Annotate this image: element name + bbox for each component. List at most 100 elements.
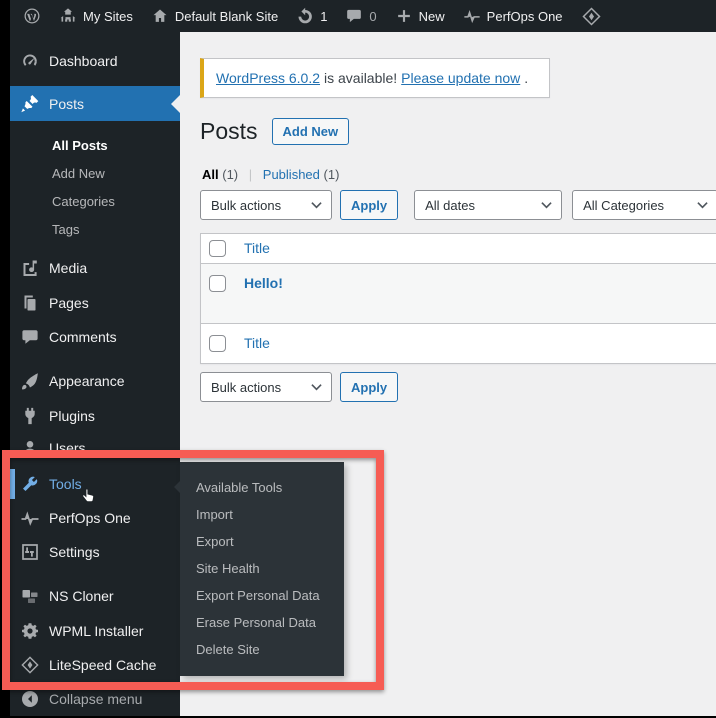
admin-sidebar: Dashboard Posts All Posts Add New Catego… bbox=[10, 32, 180, 716]
chevron-down-icon bbox=[311, 201, 322, 209]
select-all-checkbox-footer[interactable] bbox=[209, 335, 226, 352]
sidebar-item-label: Settings bbox=[49, 544, 100, 560]
sidebar-item-media[interactable]: Media bbox=[10, 251, 180, 285]
home-icon bbox=[151, 7, 169, 25]
flyout-import[interactable]: Import bbox=[180, 501, 344, 528]
user-icon bbox=[20, 438, 40, 458]
new-label: New bbox=[419, 9, 445, 24]
sidebar-item-litespeed-cache[interactable]: LiteSpeed Cache bbox=[10, 648, 180, 682]
collapse-arrow-icon bbox=[20, 689, 40, 709]
collapse-menu-button[interactable]: Collapse menu bbox=[10, 682, 180, 716]
wordpress-admin-screen: My Sites Default Blank Site 1 0 New bbox=[0, 0, 716, 718]
apply-button[interactable]: Apply bbox=[340, 190, 398, 220]
gear-icon bbox=[20, 621, 40, 641]
update-now-link[interactable]: Please update now bbox=[401, 70, 520, 86]
sidebar-item-tools[interactable]: Tools bbox=[10, 467, 180, 501]
sidebar-item-perfops-one[interactable]: PerfOps One bbox=[10, 501, 180, 535]
bulk-actions-select[interactable]: Bulk actions bbox=[200, 190, 332, 220]
sidebar-item-label: PerfOps One bbox=[49, 510, 131, 526]
pulse-icon bbox=[20, 508, 40, 528]
sidebar-item-wpml-installer[interactable]: WPML Installer bbox=[10, 614, 180, 648]
submenu-add-new[interactable]: Add New bbox=[10, 160, 180, 186]
flyout-export[interactable]: Export bbox=[180, 528, 344, 555]
chevron-down-icon bbox=[541, 201, 552, 209]
diamond-icon bbox=[20, 655, 40, 675]
submenu-all-posts[interactable]: All Posts bbox=[10, 132, 180, 158]
comment-count: 0 bbox=[369, 9, 376, 24]
dashboard-gauge-icon bbox=[20, 51, 40, 71]
view-published-link[interactable]: Published bbox=[263, 167, 320, 182]
title-column-header[interactable]: Title bbox=[244, 240, 270, 256]
submenu-tags[interactable]: Tags bbox=[10, 216, 180, 242]
view-all-link[interactable]: All bbox=[202, 167, 219, 182]
sidebar-item-dashboard[interactable]: Dashboard bbox=[10, 44, 180, 78]
sidebar-item-settings[interactable]: Settings bbox=[10, 535, 180, 569]
media-icon bbox=[20, 258, 40, 278]
sidebar-item-label: LiteSpeed Cache bbox=[49, 657, 156, 673]
submenu-categories[interactable]: Categories bbox=[10, 188, 180, 214]
new-content-menu[interactable]: New bbox=[386, 0, 454, 32]
sidebar-item-pages[interactable]: Pages bbox=[10, 286, 180, 320]
views-separator: | bbox=[249, 167, 252, 182]
my-sites-label: My Sites bbox=[83, 9, 133, 24]
wrench-icon bbox=[20, 474, 40, 494]
wordpress-logo-icon bbox=[23, 7, 41, 25]
notice-period: . bbox=[524, 70, 528, 86]
chevron-down-icon bbox=[311, 383, 322, 391]
sidebar-item-label: Users bbox=[49, 440, 86, 456]
post-title-link[interactable]: Hello! bbox=[244, 275, 283, 291]
site-menu[interactable]: Default Blank Site bbox=[142, 0, 287, 32]
sidebar-item-posts[interactable]: Posts bbox=[10, 86, 180, 121]
update-icon bbox=[296, 7, 314, 25]
comment-bubble-icon bbox=[345, 7, 363, 25]
comment-bubble-icon bbox=[20, 327, 40, 347]
sidebar-item-label: NS Cloner bbox=[49, 588, 114, 604]
wordpress-logo-menu[interactable] bbox=[14, 0, 50, 32]
sidebar-item-ns-cloner[interactable]: NS Cloner bbox=[10, 579, 180, 613]
litespeed-menu[interactable] bbox=[572, 0, 611, 32]
comments-menu[interactable]: 0 bbox=[336, 0, 385, 32]
post-views-filter: All (1) | Published (1) bbox=[202, 167, 339, 182]
sidebar-item-label: Dashboard bbox=[49, 53, 118, 69]
flyout-available-tools[interactable]: Available Tools bbox=[180, 474, 344, 501]
categories-filter-select[interactable]: All Categories bbox=[572, 190, 716, 220]
apply-button-bottom[interactable]: Apply bbox=[340, 372, 398, 402]
view-published-count: (1) bbox=[324, 167, 340, 182]
row-checkbox[interactable] bbox=[209, 275, 226, 292]
updates-menu[interactable]: 1 bbox=[287, 0, 336, 32]
top-table-controls: Bulk actions Apply All dates All Categor… bbox=[200, 190, 716, 220]
flyout-delete-site[interactable]: Delete Site bbox=[180, 636, 344, 663]
dates-filter-select[interactable]: All dates bbox=[414, 190, 562, 220]
pushpin-icon bbox=[20, 94, 40, 114]
select-all-checkbox[interactable] bbox=[209, 240, 226, 257]
bulk-actions-select-bottom[interactable]: Bulk actions bbox=[200, 372, 332, 402]
my-sites-menu[interactable]: My Sites bbox=[50, 0, 142, 32]
title-column-footer[interactable]: Title bbox=[244, 335, 270, 351]
bottom-table-controls: Bulk actions Apply bbox=[200, 372, 398, 402]
sidebar-item-users[interactable]: Users bbox=[10, 431, 180, 465]
add-new-button[interactable]: Add New bbox=[272, 118, 350, 145]
perfops-menu[interactable]: PerfOps One bbox=[454, 0, 572, 32]
sidebar-item-plugins[interactable]: Plugins bbox=[10, 399, 180, 433]
sidebar-item-comments[interactable]: Comments bbox=[10, 320, 180, 354]
update-count: 1 bbox=[320, 9, 327, 24]
admin-bar: My Sites Default Blank Site 1 0 New bbox=[10, 0, 716, 32]
flyout-export-personal-data[interactable]: Export Personal Data bbox=[180, 582, 344, 609]
perfops-label: PerfOps One bbox=[487, 9, 563, 24]
my-sites-icon bbox=[59, 7, 77, 25]
sidebar-item-label: Media bbox=[49, 260, 87, 276]
notice-text: is available! bbox=[324, 70, 397, 86]
view-all-count: (1) bbox=[222, 167, 238, 182]
collapse-menu-label: Collapse menu bbox=[49, 691, 142, 707]
table-row: Hello! bbox=[201, 264, 716, 323]
sidebar-item-label: Plugins bbox=[49, 408, 95, 424]
flyout-erase-personal-data[interactable]: Erase Personal Data bbox=[180, 609, 344, 636]
plug-icon bbox=[20, 406, 40, 426]
paintbrush-icon bbox=[20, 371, 40, 391]
chevron-down-icon bbox=[697, 201, 708, 209]
sidebar-item-appearance[interactable]: Appearance bbox=[10, 364, 180, 398]
flyout-site-health[interactable]: Site Health bbox=[180, 555, 344, 582]
sidebar-item-label: WPML Installer bbox=[49, 623, 143, 639]
update-version-link[interactable]: WordPress 6.0.2 bbox=[216, 70, 320, 86]
litespeed-diamond-icon bbox=[581, 6, 602, 27]
